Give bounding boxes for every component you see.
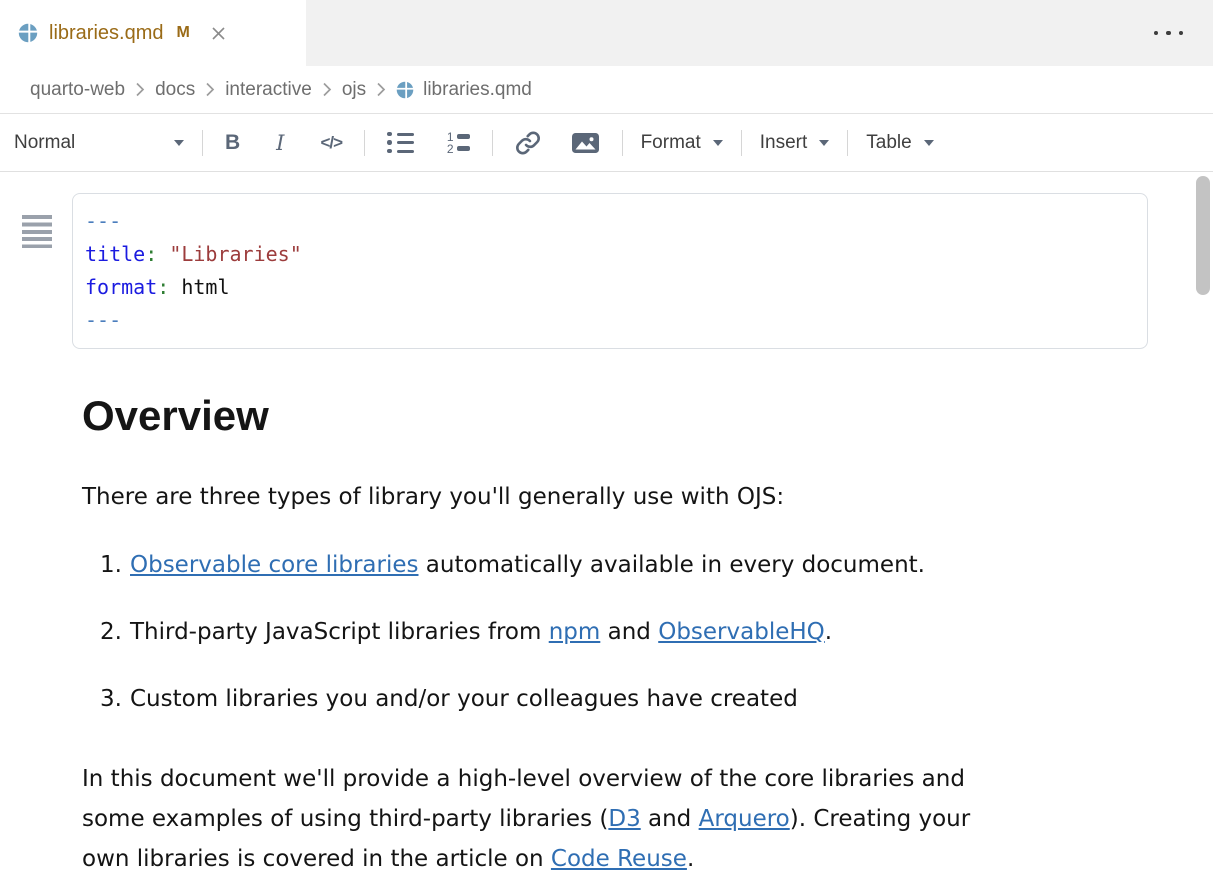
list-item-number: 2. [100,619,130,646]
chevron-right-icon [205,81,215,98]
inline-link[interactable]: Arquero [699,806,790,832]
toolbar-divider [741,130,742,156]
list-item[interactable]: 1. Observable core libraries automatical… [82,552,1213,579]
image-button[interactable] [565,127,606,159]
insert-menu-label: Insert [760,132,808,154]
toolbar-divider [847,130,848,156]
link-button[interactable] [509,126,547,160]
list-item-text: Custom libraries you and/or your colleag… [130,686,798,713]
inline-link[interactable]: npm [549,619,601,645]
dot [1179,31,1184,36]
bold-button[interactable]: B [219,127,246,159]
list-item-text: Observable core libraries automatically … [130,552,925,579]
paragraph-style-value: Normal [14,132,75,154]
visual-editor-window: libraries.qmd M quarto-web docs interact… [0,0,1213,889]
chevron-down-icon [713,140,723,146]
close-tab-icon[interactable] [211,26,226,41]
italic-button[interactable]: I [270,127,290,159]
table-menu-label: Table [866,132,911,154]
modified-badge: M [176,24,189,42]
list-item[interactable]: 2. Third-party JavaScript libraries from… [82,619,1213,646]
chevron-right-icon [135,81,145,98]
library-types-list: 1. Observable core libraries automatical… [82,552,1213,713]
toolbar-divider [622,130,623,156]
breadcrumb-file-label: libraries.qmd [423,79,532,101]
formatting-toolbar: Normal B I </> [0,114,1213,172]
quarto-file-icon [396,81,414,99]
tab-title: libraries.qmd [49,22,163,45]
breadcrumb-item-ojs[interactable]: ojs [342,79,366,101]
inline-link[interactable]: D3 [608,806,640,832]
format-menu-label: Format [641,132,701,154]
chevron-down-icon [819,140,829,146]
chevron-down-icon [924,140,934,146]
chevron-down-icon [174,140,184,146]
breadcrumb-item-interactive[interactable]: interactive [225,79,312,101]
breadcrumb-item-quarto-web[interactable]: quarto-web [30,79,125,101]
list-item-text: Third-party JavaScript libraries from np… [130,619,832,646]
breadcrumb: quarto-web docs interactive ojs librarie… [0,66,1213,114]
list-item-number: 3. [100,686,130,713]
breadcrumb-item-file[interactable]: libraries.qmd [396,79,532,101]
paragraph-style-select[interactable]: Normal [14,132,186,154]
yaml-front-matter-block[interactable]: ---title: "Libraries"format: html--- [72,193,1148,349]
bullet-list-icon [387,132,414,154]
editor-surface[interactable]: ---title: "Libraries"format: html--- Ove… [0,193,1213,889]
quarto-file-icon [18,23,38,43]
toolbar-divider [492,130,493,156]
toolbar-divider [364,130,365,156]
inline-link[interactable]: Observable core libraries [130,552,419,578]
chevron-right-icon [376,81,386,98]
code-line: title: "Libraries" [85,238,1135,271]
code-icon: </> [320,133,342,153]
inline-link[interactable]: Code Reuse [551,846,687,872]
tab-libraries-qmd[interactable]: libraries.qmd M [0,0,306,66]
dot [1166,31,1171,36]
link-icon [515,130,541,156]
code-line: --- [85,304,1135,337]
block-drag-handle-icon[interactable] [22,215,52,248]
vertical-scrollbar-thumb[interactable] [1196,176,1210,295]
list-item-number: 1. [100,552,130,579]
italic-icon: I [276,131,284,155]
image-icon [571,131,600,155]
list-item[interactable]: 3. Custom libraries you and/or your coll… [82,686,1213,713]
numbered-list-icon: 1 2 [446,132,470,154]
dot [1154,31,1159,36]
toolbar-divider [202,130,203,156]
bold-icon: B [225,131,240,155]
chevron-right-icon [322,81,332,98]
heading-overview[interactable]: Overview [82,395,1213,437]
code-line: format: html [85,271,1135,304]
bullet-list-button[interactable] [381,128,420,158]
inline-link[interactable]: ObservableHQ [658,619,825,645]
more-actions-icon[interactable] [1150,25,1188,42]
numbered-list-button[interactable]: 1 2 [440,128,476,158]
breadcrumb-item-docs[interactable]: docs [155,79,195,101]
format-menu[interactable]: Format [639,128,725,158]
code-button[interactable]: </> [314,129,348,157]
tab-bar: libraries.qmd M [0,0,1213,66]
table-menu[interactable]: Table [864,128,935,158]
intro-paragraph[interactable]: There are three types of library you'll … [82,484,1213,511]
closing-paragraph[interactable]: In this document we'll provide a high-le… [82,759,1213,879]
insert-menu[interactable]: Insert [758,128,832,158]
code-line: --- [85,205,1135,238]
